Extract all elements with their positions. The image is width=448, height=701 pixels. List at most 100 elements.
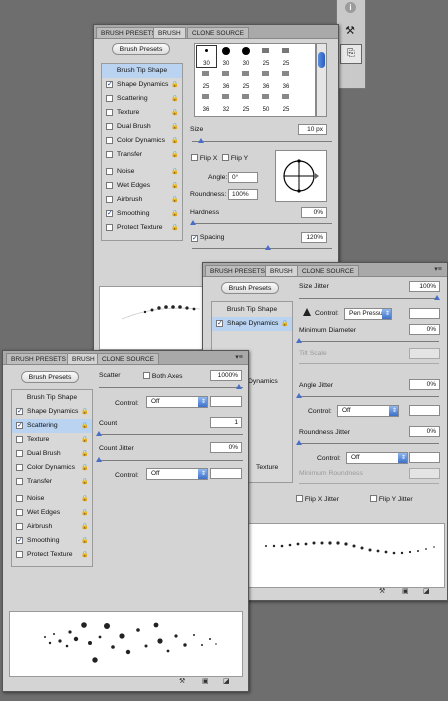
lock-icon[interactable]: 🔒: [81, 450, 88, 458]
flip-y-jitter-checkbox[interactable]: Flip Y Jitter: [370, 494, 413, 504]
spacing-slider[interactable]: [192, 245, 332, 250]
slider-thumb[interactable]: [96, 431, 102, 436]
checkbox[interactable]: ✓: [106, 210, 113, 217]
list-item-texture[interactable]: Texture 🔒: [102, 106, 182, 120]
brush-tip-cell[interactable]: 36: [196, 91, 216, 113]
scatter-slider[interactable]: [99, 384, 243, 389]
roundness-jitter-input[interactable]: 0%: [409, 426, 440, 437]
list-item-protect-texture[interactable]: Protect Texture 🔒: [102, 221, 182, 235]
count-fade-input[interactable]: [210, 468, 242, 479]
checkbox[interactable]: ✓: [16, 537, 23, 544]
size-input[interactable]: 10 px: [298, 124, 327, 135]
list-item-airbrush[interactable]: Airbrush 🔒: [102, 193, 182, 207]
lock-icon[interactable]: 🔒: [81, 509, 88, 517]
lock-icon[interactable]: 🔒: [171, 123, 178, 131]
lock-icon[interactable]: 🔒: [171, 182, 178, 190]
angle-roundness-widget[interactable]: [275, 150, 327, 202]
brush-tip-cell[interactable]: 50: [256, 91, 276, 113]
lock-icon[interactable]: 🔒: [171, 196, 178, 204]
count-jitter-input[interactable]: 0%: [210, 442, 242, 453]
lock-icon[interactable]: 🔒: [171, 210, 178, 218]
list-item-dual-brush[interactable]: Dual Brush 🔒: [12, 447, 92, 461]
list-item-protect-texture[interactable]: Protect Texture 🔒: [12, 548, 92, 562]
size-jitter-input[interactable]: 100%: [409, 281, 440, 292]
brush-presets-button[interactable]: Brush Presets: [112, 43, 170, 55]
list-item-color-dynamics[interactable]: Color Dynamics 🔒: [102, 134, 182, 148]
checkbox[interactable]: ✓: [16, 408, 23, 415]
slider-thumb[interactable]: [296, 393, 302, 398]
new-preset-icon[interactable]: ▣: [402, 587, 409, 595]
slider-thumb[interactable]: [296, 338, 302, 343]
list-item-smoothing[interactable]: ✓ Smoothing 🔒: [102, 207, 182, 221]
slider-thumb[interactable]: [434, 295, 440, 300]
lock-icon[interactable]: 🔒: [81, 495, 88, 503]
checkbox[interactable]: [106, 168, 113, 175]
spacing-checkbox[interactable]: ✓ Spacing: [191, 233, 224, 242]
brush-tip-cell[interactable]: 30: [216, 45, 236, 67]
checkbox[interactable]: [16, 478, 23, 485]
lock-icon[interactable]: 🔒: [81, 436, 88, 444]
roundness-fade-input[interactable]: [409, 452, 440, 463]
tab-brush-presets[interactable]: BRUSH PRESETS: [96, 27, 161, 38]
tab-brush-presets[interactable]: BRUSH PRESETS: [205, 265, 270, 276]
brush-presets-button[interactable]: Brush Presets: [221, 282, 279, 294]
list-item-transfer[interactable]: Transfer 🔒: [102, 148, 182, 162]
list-item-scattering[interactable]: ✓ Scattering 🔒: [12, 419, 92, 433]
tab-brush[interactable]: BRUSH: [67, 353, 100, 364]
list-item-brush-tip-shape[interactable]: Brush Tip Shape: [12, 391, 92, 405]
slider-thumb[interactable]: [296, 440, 302, 445]
panel-menu-icon[interactable]: ▾≡: [433, 266, 443, 274]
list-item-smoothing[interactable]: ✓ Smoothing 🔒: [12, 534, 92, 548]
lock-icon[interactable]: 🔒: [171, 151, 178, 159]
brush-presets-button[interactable]: Brush Presets: [21, 371, 79, 383]
flip-x-jitter-checkbox[interactable]: Flip X Jitter: [296, 494, 339, 504]
brush-tip-cell[interactable]: 25: [236, 91, 256, 113]
brush-tip-cell[interactable]: 25: [196, 68, 216, 90]
brush-tip-cell[interactable]: 30: [196, 45, 217, 68]
checkbox[interactable]: [16, 509, 23, 516]
slider-thumb[interactable]: [96, 457, 102, 462]
roundness-control-select[interactable]: Off ⇕: [346, 452, 408, 464]
roundness-jitter-slider[interactable]: [296, 440, 439, 445]
brush-tool-icon[interactable]: ⚒: [340, 22, 360, 40]
checkbox[interactable]: ✓: [16, 422, 23, 429]
size-jitter-slider[interactable]: [299, 295, 440, 300]
size-slider[interactable]: [192, 138, 332, 143]
lock-icon[interactable]: 🔒: [171, 168, 178, 176]
list-item-wet-edges[interactable]: Wet Edges 🔒: [102, 179, 182, 193]
checkbox[interactable]: [16, 523, 23, 530]
checkbox[interactable]: [16, 551, 23, 558]
hardness-input[interactable]: 0%: [301, 207, 327, 218]
angle-fade-input[interactable]: [409, 405, 440, 416]
lock-icon[interactable]: 🔒: [171, 109, 178, 117]
list-item-brush-tip-shape[interactable]: Brush Tip Shape: [212, 303, 292, 317]
angle-control-select[interactable]: Off ⇕: [337, 405, 399, 417]
info-icon[interactable]: i: [345, 2, 356, 13]
checkbox[interactable]: [106, 123, 113, 130]
count-slider[interactable]: [96, 431, 243, 436]
checkbox[interactable]: ✓: [216, 320, 223, 327]
control-select[interactable]: Off ⇕: [146, 396, 208, 408]
brush-tip-cell[interactable]: 25: [276, 45, 296, 67]
control-select[interactable]: Pen Pressure ⇕: [344, 308, 392, 320]
checkbox[interactable]: [106, 137, 113, 144]
tab-brush-presets[interactable]: BRUSH PRESETS: [6, 353, 71, 364]
checkbox[interactable]: [16, 450, 23, 457]
checkbox[interactable]: [106, 151, 113, 158]
count-input[interactable]: 1: [210, 417, 242, 428]
roundness-input[interactable]: 100%: [228, 189, 258, 200]
tab-brush[interactable]: BRUSH: [265, 265, 298, 276]
brush-tip-cell[interactable]: 36: [216, 68, 236, 90]
slider-thumb[interactable]: [198, 138, 204, 143]
lock-icon[interactable]: 🔒: [281, 320, 288, 328]
list-item-texture[interactable]: Texture 🔒: [12, 433, 92, 447]
list-item-brush-tip-shape[interactable]: Brush Tip Shape: [102, 64, 182, 78]
list-item-scattering[interactable]: Scattering 🔒: [102, 92, 182, 106]
list-item-dual-brush[interactable]: Dual Brush 🔒: [102, 120, 182, 134]
list-item-transfer[interactable]: Transfer 🔒: [12, 475, 92, 489]
brush-tip-cell[interactable]: 30: [236, 45, 256, 67]
clone-stamp-icon[interactable]: ⎘: [340, 44, 362, 64]
list-item-shape-dynamics[interactable]: ✓ Shape Dynamics 🔒: [12, 405, 92, 419]
checkbox[interactable]: [106, 196, 113, 203]
flip-x-checkbox[interactable]: Flip X: [191, 153, 217, 163]
